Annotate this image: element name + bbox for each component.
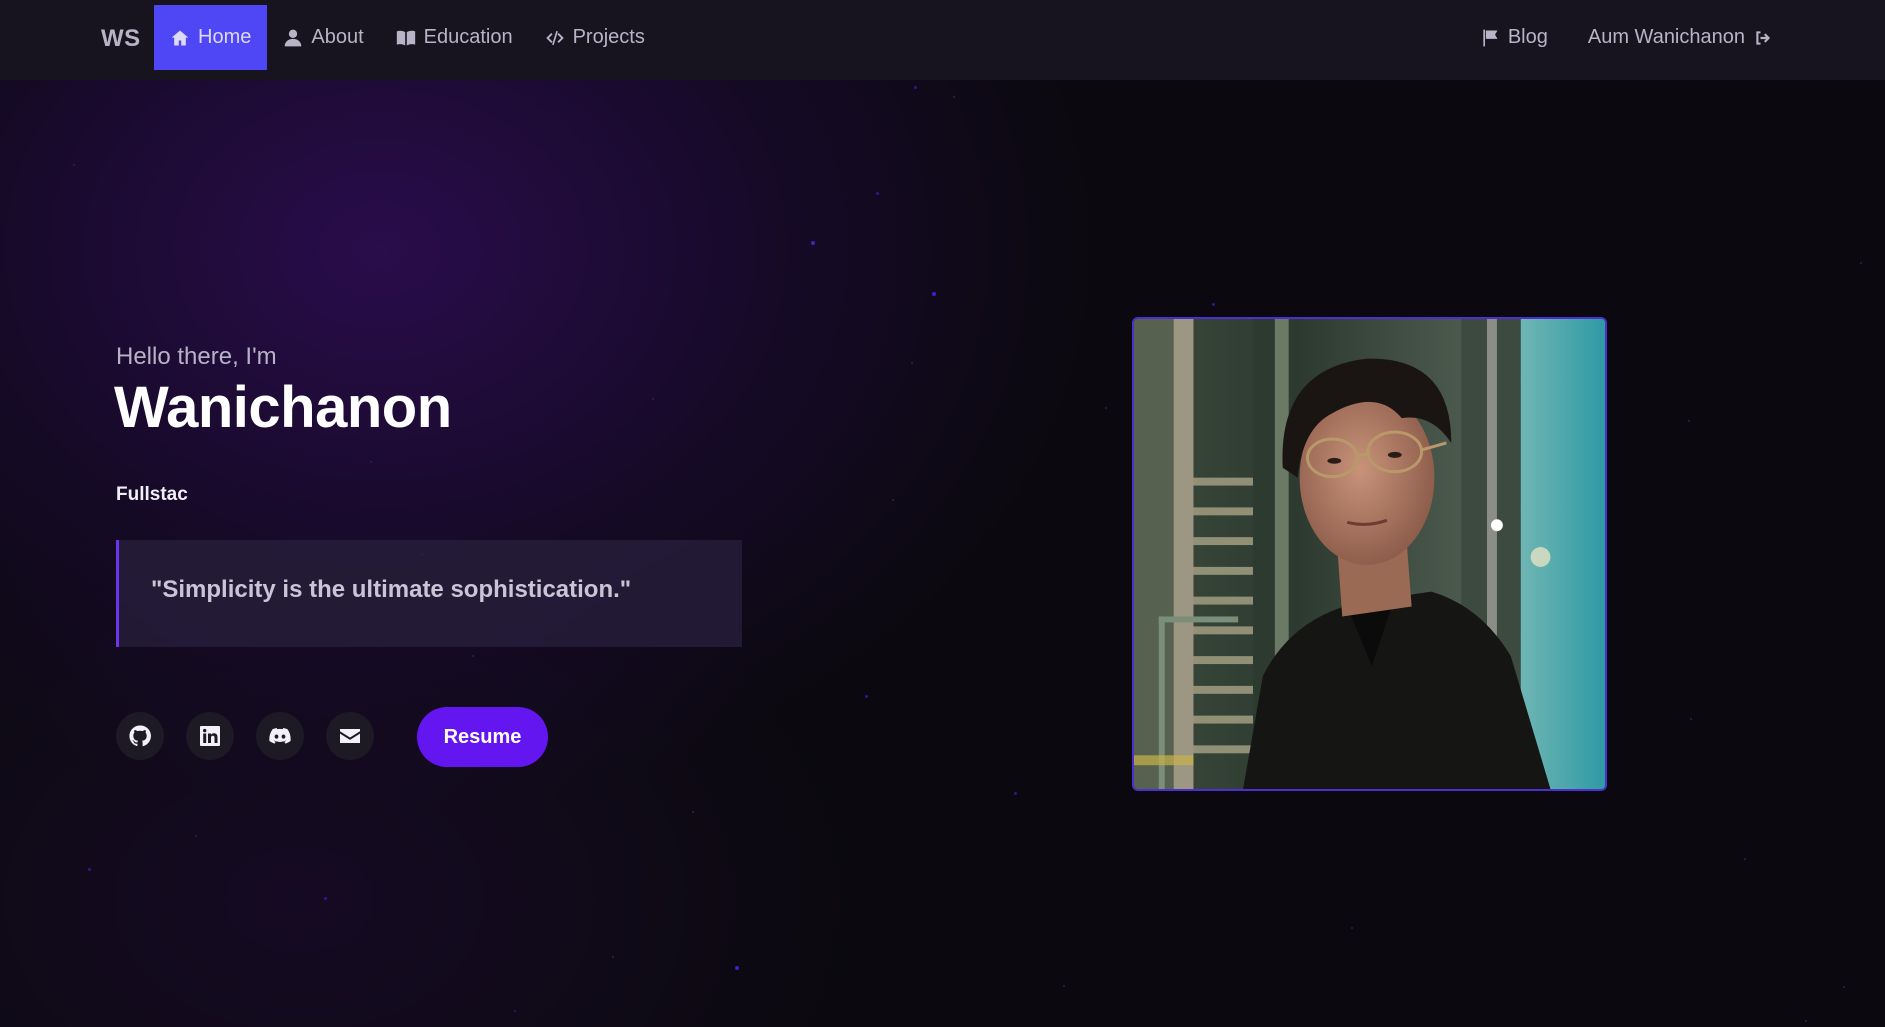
nav-item-label: Home — [198, 26, 252, 48]
discord-icon — [269, 728, 291, 744]
nav-item-label: Education — [423, 26, 513, 48]
user-nav: Blog Aum Wanichanon — [1472, 5, 1781, 70]
hero-name: Wanichanon — [114, 375, 452, 440]
social-links — [116, 712, 374, 760]
nav-item-home[interactable]: Home — [154, 5, 268, 70]
home-icon — [171, 30, 189, 45]
sign-out-icon[interactable] — [1753, 28, 1773, 48]
nav-item-blog[interactable]: Blog — [1472, 26, 1556, 49]
quote-block: "Simplicity is the ultimate sophisticati… — [116, 540, 742, 647]
top-navbar: WS Home About Education Projects Blog Au… — [0, 0, 1885, 80]
nav-item-label: Projects — [572, 26, 645, 48]
email-icon — [340, 729, 360, 743]
flag-icon — [1483, 29, 1498, 46]
discord-link[interactable] — [256, 712, 304, 760]
nav-item-education[interactable]: Education — [380, 5, 529, 70]
main-nav: Home About Education Projects — [154, 5, 661, 70]
quote-text: "Simplicity is the ultimate sophisticati… — [151, 575, 632, 603]
nav-item-about[interactable]: About — [267, 5, 379, 70]
nav-item-label: Blog — [1507, 26, 1548, 48]
github-link[interactable] — [116, 712, 164, 760]
email-link[interactable] — [326, 712, 374, 760]
page: WS Home About Education Projects Blog Au… — [0, 0, 1885, 1027]
resume-button[interactable]: Resume — [417, 707, 548, 767]
user-name: Aum Wanichanon — [1587, 26, 1745, 48]
github-icon — [129, 725, 151, 747]
greeting-text: Hello there, I'm — [116, 343, 277, 370]
code-icon — [545, 30, 564, 45]
linkedin-icon — [200, 726, 220, 746]
nav-item-projects[interactable]: Projects — [529, 5, 661, 70]
book-open-icon — [396, 30, 415, 45]
profile-photo-illustration — [1134, 319, 1605, 789]
linkedin-link[interactable] — [186, 712, 234, 760]
role-typewriter-text: Fullstac — [116, 484, 188, 505]
profile-photo — [1132, 317, 1607, 791]
user-menu[interactable]: Aum Wanichanon — [1580, 26, 1781, 49]
brand-logo[interactable]: WS — [101, 0, 141, 78]
user-icon — [285, 29, 302, 46]
nav-item-label: About — [311, 26, 364, 48]
